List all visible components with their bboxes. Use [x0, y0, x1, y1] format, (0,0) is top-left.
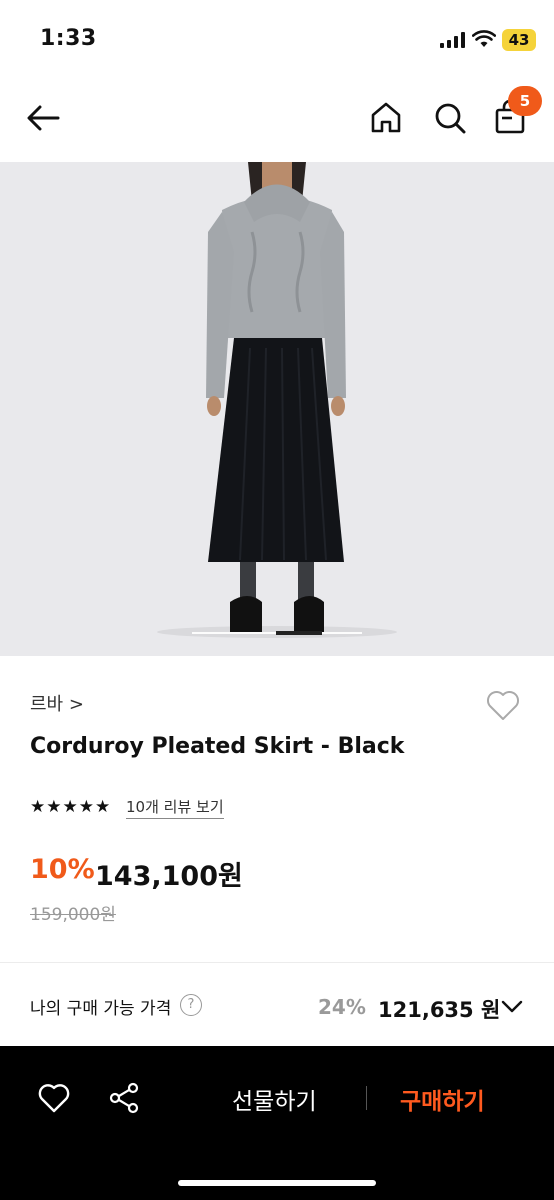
wifi-icon [472, 30, 496, 47]
sale-price: 143,100원 [95, 861, 243, 892]
original-price: 159,000원 [30, 905, 116, 925]
arrow-left-icon[interactable] [24, 98, 64, 138]
search-icon[interactable] [430, 98, 470, 138]
home-indicator [178, 1180, 376, 1186]
share-icon[interactable] [106, 1080, 142, 1116]
model-photo [0, 162, 554, 656]
pager-thumb [276, 631, 322, 635]
review-link[interactable]: 10개 리뷰 보기 [126, 796, 224, 819]
status-time: 1:33 [40, 26, 97, 51]
chevron-down-icon[interactable] [500, 996, 524, 1016]
bottom-action-bar: 선물하기 구매하기 [0, 1046, 554, 1200]
my-price-label: 나의 구매 가능 가격 [30, 999, 172, 1019]
cart-count-badge: 5 [508, 86, 542, 116]
divider [0, 962, 554, 963]
product-title: Corduroy Pleated Skirt - Black [30, 734, 405, 759]
brand-link[interactable]: 르바 > [30, 690, 84, 716]
help-icon[interactable]: ? [180, 994, 202, 1016]
product-image[interactable] [0, 162, 554, 656]
buy-button[interactable]: 구매하기 [400, 1082, 485, 1116]
my-price-discount: 24% [318, 995, 366, 1019]
divider [366, 1086, 367, 1110]
battery-indicator: 43 [502, 29, 536, 51]
signal-icon [440, 32, 465, 48]
heart-icon[interactable] [484, 686, 522, 724]
heart-icon[interactable] [36, 1080, 72, 1116]
image-pager [0, 630, 554, 636]
gift-button[interactable]: 선물하기 [232, 1082, 317, 1116]
top-nav [0, 80, 554, 162]
home-icon[interactable] [366, 98, 406, 138]
status-bar: 1:33 43 [0, 0, 554, 80]
rating-stars: ★★★★★ [30, 797, 112, 817]
my-price-value: 121,635 원 [378, 998, 501, 1022]
discount-rate: 10% [30, 854, 95, 885]
